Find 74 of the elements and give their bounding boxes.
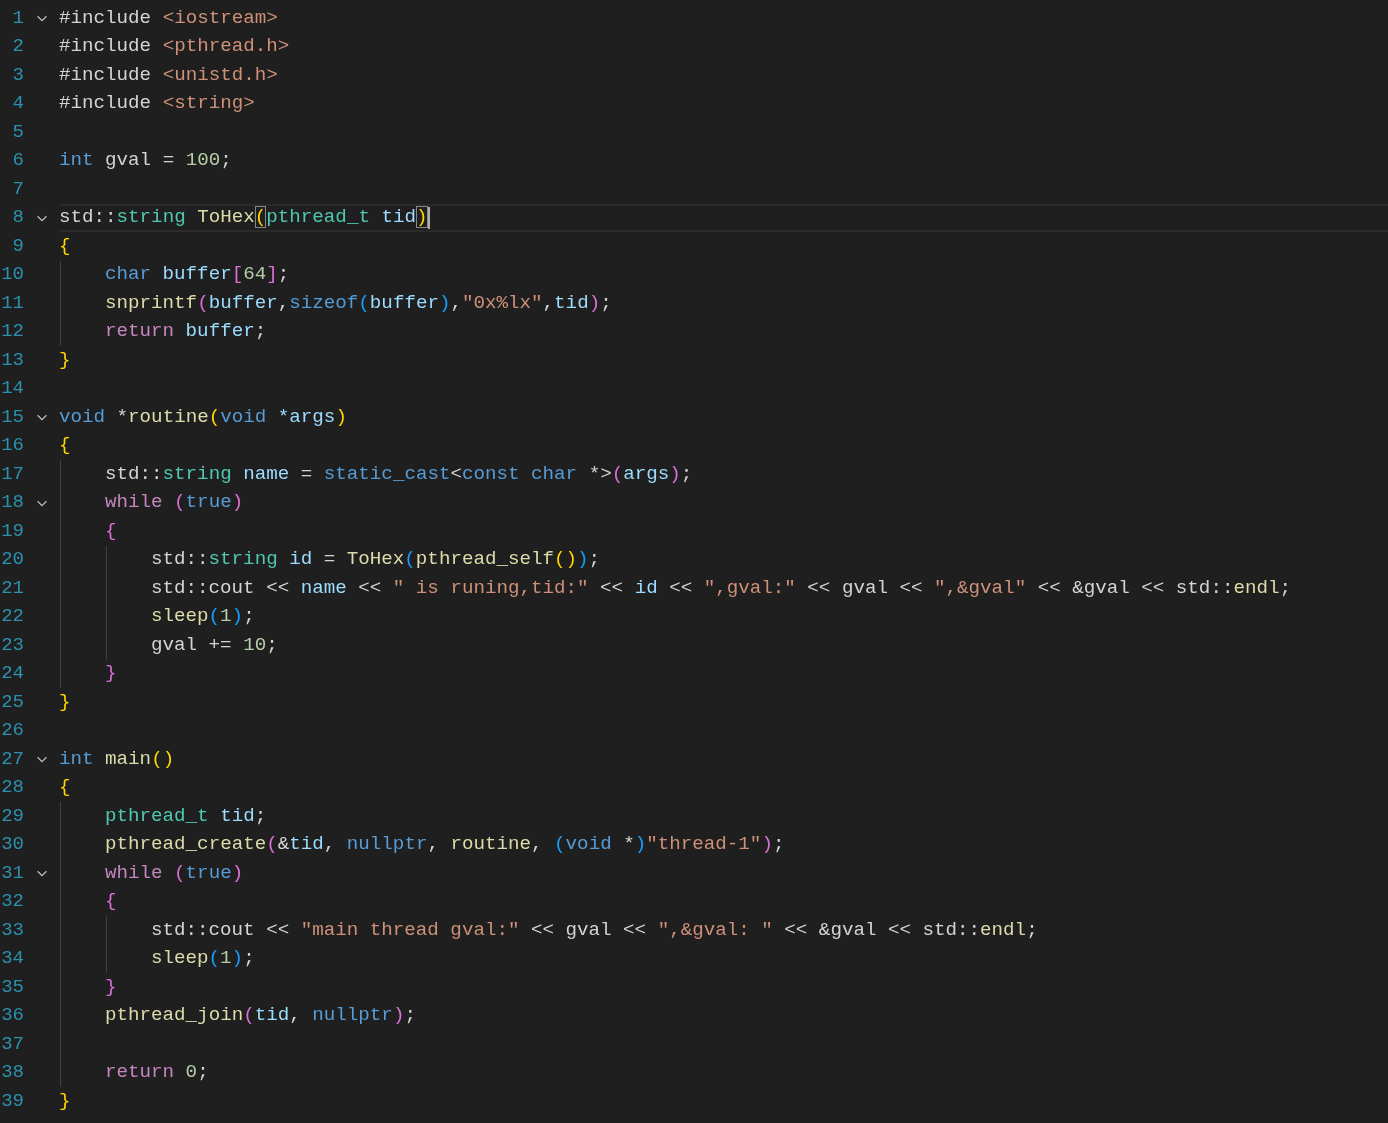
line-number: 5 <box>12 122 24 142</box>
line-number: 21 <box>1 578 24 598</box>
code-line: { <box>59 778 71 798</box>
code-line: sleep(1); <box>151 607 255 627</box>
code-line: while (true) <box>105 493 244 513</box>
line-number: 11 <box>1 293 24 313</box>
code-line: std::string name = static_cast<const char *>(args); <box>105 464 693 484</box>
code-line: #include <pthread.h> <box>59 37 290 57</box>
line-number: 19 <box>1 521 24 541</box>
line-number: 37 <box>1 1034 24 1054</box>
code-line: return buffer; <box>105 322 267 342</box>
line-number: 31 <box>1 863 24 883</box>
line-number: 9 <box>12 236 24 256</box>
code-line: } <box>59 1091 71 1111</box>
code-line: std::string id = ToHex(pthread_self()); <box>151 550 601 570</box>
line-number: 6 <box>12 151 24 171</box>
line-number: 32 <box>1 892 24 912</box>
code-line: { <box>59 436 71 456</box>
line-number: 22 <box>1 607 24 627</box>
line-number: 1 <box>12 8 24 28</box>
line-number: 17 <box>1 464 24 484</box>
code-line: void *routine(void *args) <box>59 407 347 427</box>
code-line: return 0; <box>105 1063 209 1083</box>
line-number: 15 <box>1 407 24 427</box>
code-line: } <box>59 692 71 712</box>
line-number: 2 <box>12 37 24 57</box>
code-line: std::string ToHex(pthread_t tid) <box>59 208 428 228</box>
code-line: { <box>105 892 117 912</box>
line-number: 14 <box>1 379 24 399</box>
code-line: pthread_create(&tid, nullptr, routine, (void *)"thread-1"); <box>105 835 785 855</box>
line-number: 30 <box>1 835 24 855</box>
code-line: while (true) <box>105 863 244 883</box>
line-number: 36 <box>1 1006 24 1026</box>
line-number: 8 <box>12 208 24 228</box>
code-line: sleep(1); <box>151 949 255 969</box>
line-number: 29 <box>1 806 24 826</box>
code-line: } <box>105 977 117 997</box>
code-line: gval += 10; <box>151 635 278 655</box>
line-number: 7 <box>12 179 24 199</box>
code-line: pthread_t tid; <box>105 806 267 826</box>
line-number: 27 <box>1 749 24 769</box>
code-line: } <box>105 664 117 684</box>
code-line: std::cout << "main thread gval:" << gval << ",&gval: " << &gval << std::endl; <box>151 920 1038 940</box>
line-number: 34 <box>1 949 24 969</box>
line-number: 3 <box>12 65 24 85</box>
line-number: 10 <box>1 265 24 285</box>
line-number: 18 <box>1 493 24 513</box>
line-number: 23 <box>1 635 24 655</box>
line-number: 25 <box>1 692 24 712</box>
code-line: } <box>59 350 71 370</box>
line-number: 24 <box>1 664 24 684</box>
code-line: std::cout << name << " is runing,tid:" << id << ",gval:" << gval << ",&gval" << &gval << std::endl; <box>151 578 1291 598</box>
code-line: int gval = 100; <box>59 151 232 171</box>
code-line: int main() <box>59 749 175 769</box>
line-number: 28 <box>1 778 24 798</box>
code-line: char buffer[64]; <box>105 265 290 285</box>
line-number: 33 <box>1 920 24 940</box>
line-number: 4 <box>12 94 24 114</box>
code-line: { <box>59 236 71 256</box>
text-cursor <box>427 206 430 229</box>
code-line: { <box>105 521 117 541</box>
line-number: 38 <box>1 1063 24 1083</box>
line-number: 35 <box>1 977 24 997</box>
code-line: snprintf(buffer,sizeof(buffer),"0x%lx",tid); <box>105 293 612 313</box>
line-number: 16 <box>1 436 24 456</box>
line-number: 20 <box>1 550 24 570</box>
line-number: 39 <box>1 1091 24 1111</box>
line-number: 12 <box>1 322 24 342</box>
line-number: 13 <box>1 350 24 370</box>
code-line: pthread_join(tid, nullptr); <box>105 1006 416 1026</box>
code-line: #include <unistd.h> <box>59 65 278 85</box>
code-line: #include <string> <box>59 94 255 114</box>
line-number: 26 <box>1 721 24 741</box>
code-line: #include <iostream> <box>59 8 278 28</box>
